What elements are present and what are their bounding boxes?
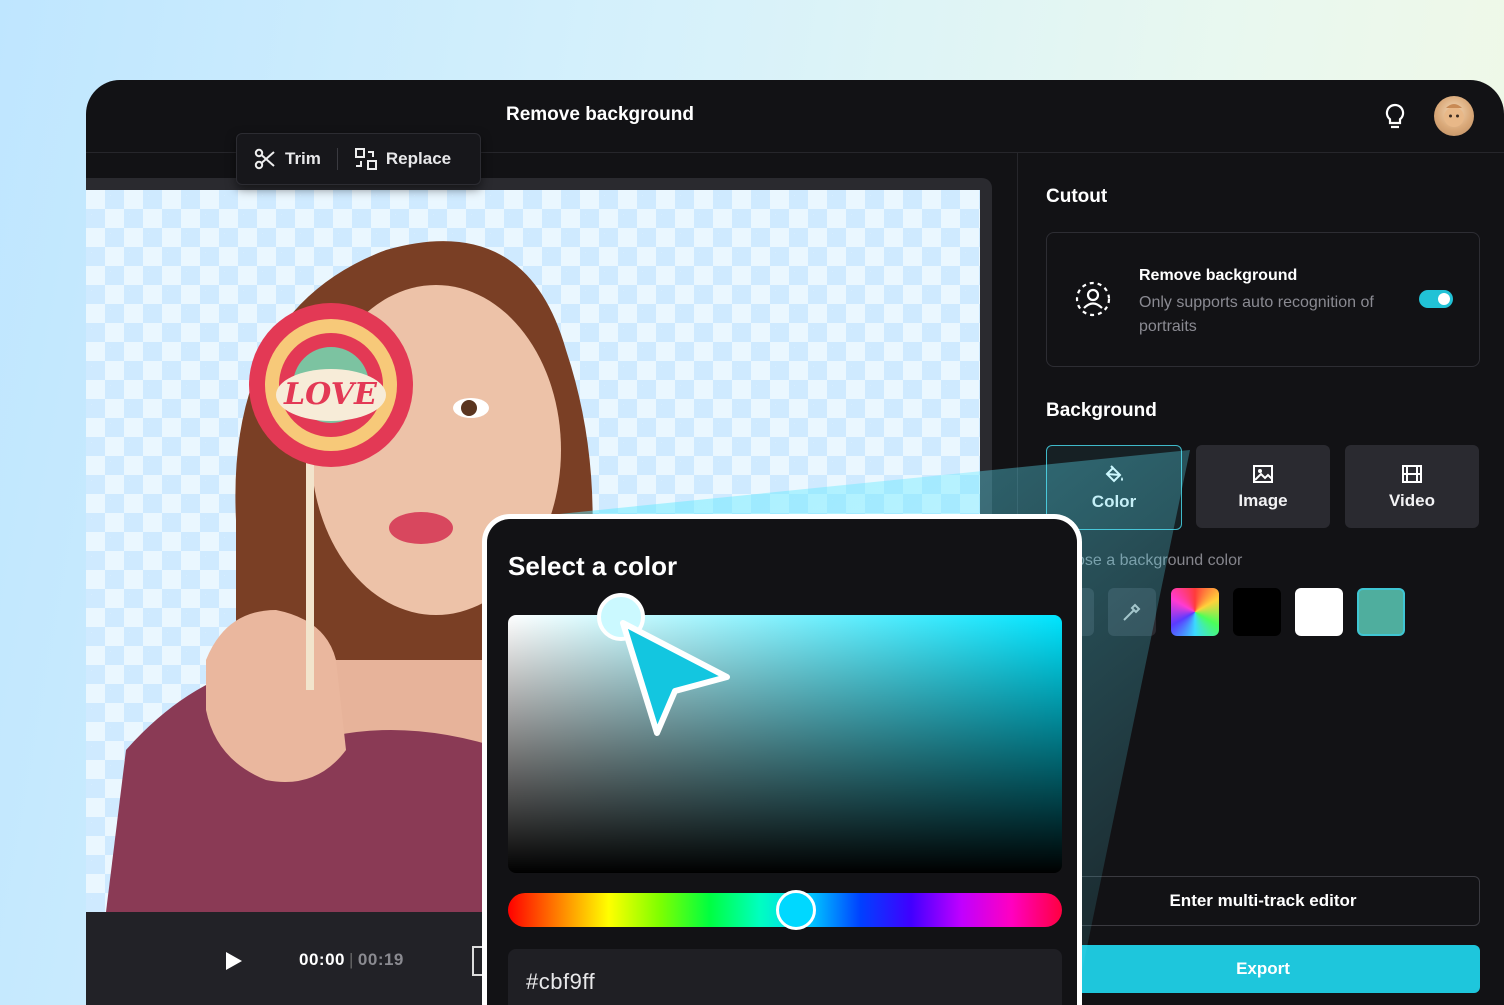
multitrack-editor-button[interactable]: Enter multi-track editor [1046,876,1480,926]
tab-color-label: Color [1091,491,1137,511]
portrait-cutout-icon [1075,281,1111,317]
pointer-cursor-icon [620,620,730,736]
time-separator: | [348,950,354,969]
background-heading: Background [1046,400,1157,421]
color-picker-popup: Select a color #cbf9ff [482,514,1082,1005]
tab-image[interactable]: Image [1196,445,1330,528]
hue-slider-handle[interactable] [776,890,816,930]
play-icon[interactable] [222,950,244,972]
hex-code: cbf9ff [538,969,596,994]
replace-button[interactable]: Replace [338,134,467,184]
hex-prefix: # [526,969,539,994]
lightbulb-icon[interactable] [1382,102,1408,132]
cutout-heading: Cutout [1046,186,1108,207]
replace-label: Replace [385,149,452,168]
background-color-hint: ose a background color [1076,552,1243,569]
cutout-description: Only supports auto recognition of portra… [1139,294,1374,335]
saturation-value-area[interactable] [508,615,1062,873]
trim-label: Trim [285,149,321,168]
swatch-teal[interactable] [1357,588,1405,636]
time-display: 00:00 | 00:19 [299,950,404,970]
swatch-white[interactable] [1295,588,1343,636]
image-icon [1253,464,1273,483]
avatar[interactable] [1434,96,1474,136]
tab-video-label: Video [1389,490,1435,510]
scissors-icon [254,148,275,170]
film-icon [1402,464,1422,483]
hex-value: #cbf9ff [526,969,595,995]
tab-image-label: Image [1238,490,1288,510]
svg-text:LOVE: LOVE [283,377,378,412]
color-picker-title: Select a color [508,551,678,581]
remove-background-card: Remove background Only supports auto rec… [1046,232,1480,367]
paint-bucket-icon [1105,464,1123,482]
eyedropper-button[interactable] [1108,588,1156,636]
hex-input[interactable]: #cbf9ff [508,949,1062,1005]
eyedropper-icon [1123,603,1141,621]
swatch-gradient[interactable] [1171,588,1219,636]
export-button[interactable]: Export [1046,945,1480,993]
total-time: 00:19 [357,950,404,969]
tab-video[interactable]: Video [1345,445,1479,528]
edit-toolbar: Trim Replace [236,133,481,185]
trim-button[interactable]: Trim [237,134,337,184]
replace-icon [354,148,377,170]
swatch-black[interactable] [1233,588,1281,636]
current-time: 00:00 [299,950,345,969]
right-panel: Cutout Remove background Only supports a… [1017,152,1504,1005]
page-title: Remove background [506,104,694,125]
remove-background-toggle[interactable] [1419,290,1453,308]
cutout-title: Remove background [1139,267,1298,284]
